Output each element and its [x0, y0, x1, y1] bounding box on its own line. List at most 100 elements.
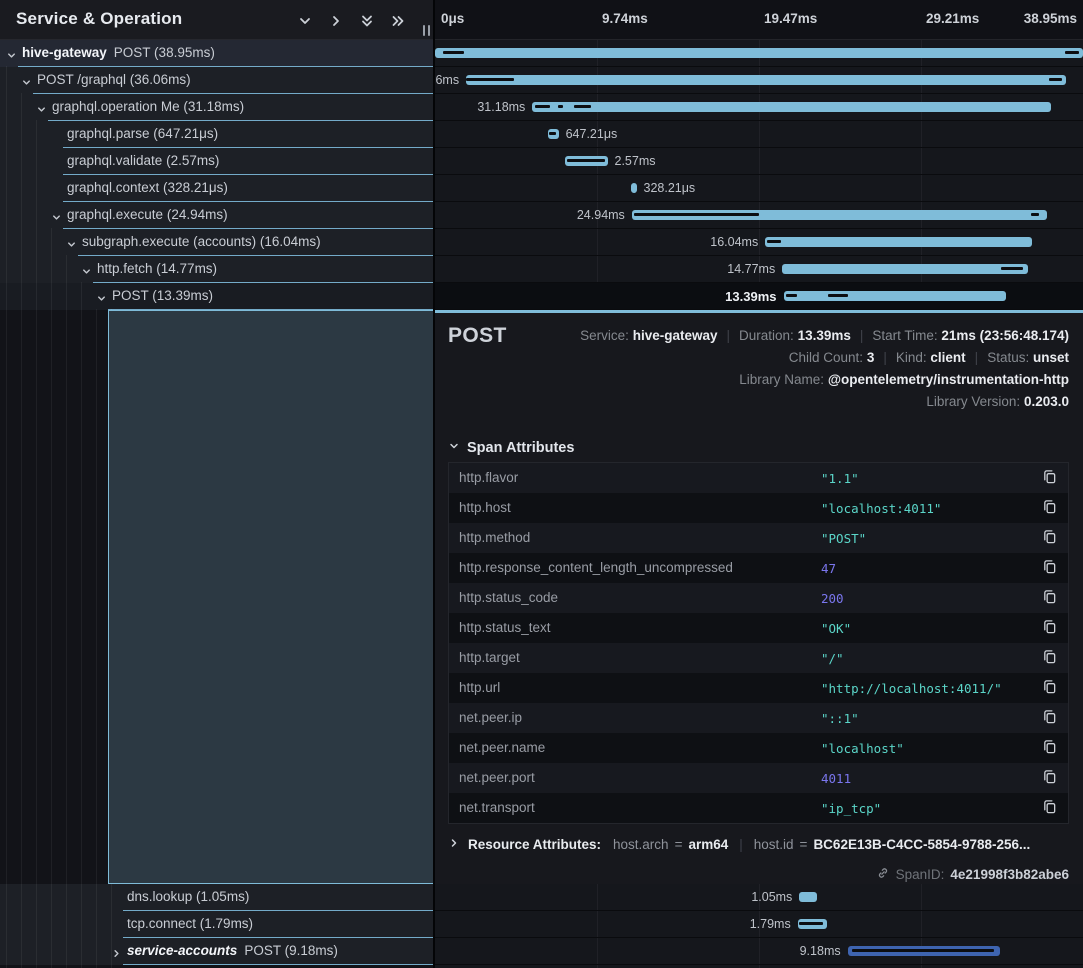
meta-label: Child Count: — [789, 350, 863, 365]
copy-icon[interactable] — [1038, 647, 1060, 669]
span-tree-row[interactable]: POST (13.39ms) — [0, 283, 434, 310]
span-duration-label: 328.21μs — [644, 181, 696, 195]
timeline-row[interactable]: 24.94ms — [435, 202, 1083, 229]
attribute-key: net.transport — [459, 800, 535, 815]
copy-icon[interactable] — [1038, 707, 1060, 729]
copy-icon[interactable] — [1038, 797, 1060, 819]
resource-value: arm64 — [688, 837, 728, 852]
timeline-row[interactable]: 647.21μs — [435, 121, 1083, 148]
attribute-row: net.peer.name "localhost" — [449, 733, 1068, 763]
span-attributes-toggle[interactable]: Span Attributes — [448, 440, 574, 456]
attribute-value: "http://localhost:4011/" — [821, 681, 1002, 696]
timeline-rows-bottom: 1.05ms 1.79ms 9.18ms — [435, 884, 1083, 968]
chevron-down-icon[interactable] — [6, 48, 18, 60]
span-bar[interactable] — [782, 264, 1028, 274]
span-duration-label: 24.94ms — [577, 208, 625, 222]
span-tree-row[interactable]: POST /graphql (36.06ms) — [0, 67, 434, 94]
span-tree-row[interactable]: graphql.context (328.21μs) — [0, 175, 434, 202]
span-tree-row[interactable]: tcp.connect (1.79ms) — [0, 911, 434, 938]
chevron-down-icon[interactable] — [51, 210, 63, 222]
span-tree-row[interactable]: service-accounts POST (9.18ms) — [0, 938, 434, 965]
copy-icon[interactable] — [1038, 557, 1060, 579]
span-duration-label: 1.79ms — [750, 917, 791, 931]
span-bar[interactable] — [466, 75, 1066, 85]
copy-icon[interactable] — [1038, 497, 1060, 519]
meta-value: 13.39ms — [798, 328, 851, 343]
span-tree-row[interactable]: subgraph.execute (accounts) (16.04ms) — [0, 229, 434, 256]
attribute-key: http.response_content_length_uncompresse… — [459, 560, 733, 575]
panel-resize-handle[interactable] — [423, 25, 430, 36]
span-bar[interactable] — [435, 48, 1083, 58]
span-tree-row[interactable]: http.fetch (14.77ms) — [0, 256, 434, 283]
attribute-value: "localhost" — [821, 741, 904, 756]
copy-icon[interactable] — [1038, 527, 1060, 549]
indent-guide — [66, 255, 67, 968]
attribute-value: "1.1" — [821, 471, 859, 486]
span-tree-row[interactable]: hive-gatewayPOST (38.95ms) — [0, 40, 434, 67]
span-tree-row[interactable]: dns.lookup (1.05ms) — [0, 884, 434, 911]
double-chevron-down-icon[interactable] — [358, 12, 375, 29]
span-detail-meta: Service: hive-gateway|Duration: 13.39ms|… — [580, 325, 1069, 413]
span-tree-row[interactable]: graphql.parse (647.21μs) — [0, 121, 434, 148]
copy-icon[interactable] — [1038, 467, 1060, 489]
timeline-row[interactable]: 9.18ms — [435, 938, 1083, 965]
meta-separator: | — [727, 328, 731, 343]
timeline-tick-label: 38.95ms — [1024, 11, 1077, 26]
span-bar[interactable] — [532, 102, 1051, 112]
copy-icon[interactable] — [1038, 677, 1060, 699]
chevron-right-icon[interactable] — [111, 946, 123, 958]
timeline-ruler: 0μs9.74ms19.47ms29.21ms38.95ms — [435, 0, 1083, 40]
trace-viewer: Service & Operation hive-gatewayPOST (38… — [0, 0, 1083, 968]
timeline-row[interactable]: 2.57ms — [435, 148, 1083, 175]
span-name-label: POST (9.18ms) — [244, 943, 338, 958]
double-chevron-right-icon[interactable] — [389, 12, 406, 29]
span-bar[interactable] — [799, 892, 817, 902]
service-name: service-accounts — [127, 943, 237, 958]
attribute-key: http.host — [459, 500, 511, 515]
chevron-down-icon[interactable] — [96, 291, 108, 303]
chevron-down-icon[interactable] — [81, 264, 93, 276]
span-bar[interactable] — [784, 291, 1007, 301]
copy-icon[interactable] — [1038, 767, 1060, 789]
span-tree-row[interactable]: graphql.execute (24.94ms) — [0, 202, 434, 229]
span-bar[interactable] — [765, 237, 1032, 247]
copy-icon[interactable] — [1038, 587, 1060, 609]
attribute-value: 4011 — [821, 771, 851, 786]
span-bar[interactable] — [565, 156, 608, 166]
timeline-row[interactable]: 14.77ms — [435, 256, 1083, 283]
timeline-row[interactable]: 38.95ms — [435, 40, 1083, 67]
chevron-down-icon[interactable] — [21, 75, 33, 87]
link-icon[interactable] — [876, 866, 890, 883]
copy-icon[interactable] — [1038, 737, 1060, 759]
copy-icon[interactable] — [1038, 617, 1060, 639]
span-bar[interactable] — [631, 183, 637, 193]
attribute-row: http.status_code 200 — [449, 583, 1068, 613]
chevron-down-icon[interactable] — [36, 102, 48, 114]
span-bar[interactable] — [632, 210, 1047, 220]
timeline-row[interactable]: 328.21μs — [435, 175, 1083, 202]
indent-guide — [96, 309, 97, 968]
timeline-row[interactable]: 1.79ms — [435, 911, 1083, 938]
meta-value: 0.203.0 — [1024, 394, 1069, 409]
span-tree-row[interactable]: graphql.operation Me (31.18ms) — [0, 94, 434, 121]
resource-attributes-row[interactable]: Resource Attributes:host.arch=arm64|host… — [448, 837, 1030, 852]
chevron-right-icon[interactable] — [327, 12, 344, 29]
resource-attributes-title: Resource Attributes: — [468, 837, 601, 852]
timeline-row[interactable]: 16.04ms — [435, 229, 1083, 256]
span-bar[interactable] — [548, 129, 559, 139]
meta-value: hive-gateway — [633, 328, 718, 343]
meta-value: unset — [1033, 350, 1069, 365]
attribute-key: http.method — [459, 530, 530, 545]
meta-label: Library Version: — [926, 394, 1020, 409]
chevron-down-icon[interactable] — [296, 12, 313, 29]
span-bar[interactable] — [798, 919, 828, 929]
timeline-row[interactable]: 36.06ms — [435, 67, 1083, 94]
timeline-row[interactable]: 1.05ms — [435, 884, 1083, 911]
span-tree-row[interactable]: graphql.validate (2.57ms) — [0, 148, 434, 175]
chevron-down-icon[interactable] — [66, 237, 78, 249]
timeline-row[interactable]: 13.39ms — [435, 283, 1083, 310]
span-bar[interactable] — [848, 946, 1001, 956]
timeline-row[interactable]: 31.18ms — [435, 94, 1083, 121]
meta-value: @opentelemetry/instrumentation-http — [828, 372, 1069, 387]
selected-span-expansion — [108, 310, 434, 884]
